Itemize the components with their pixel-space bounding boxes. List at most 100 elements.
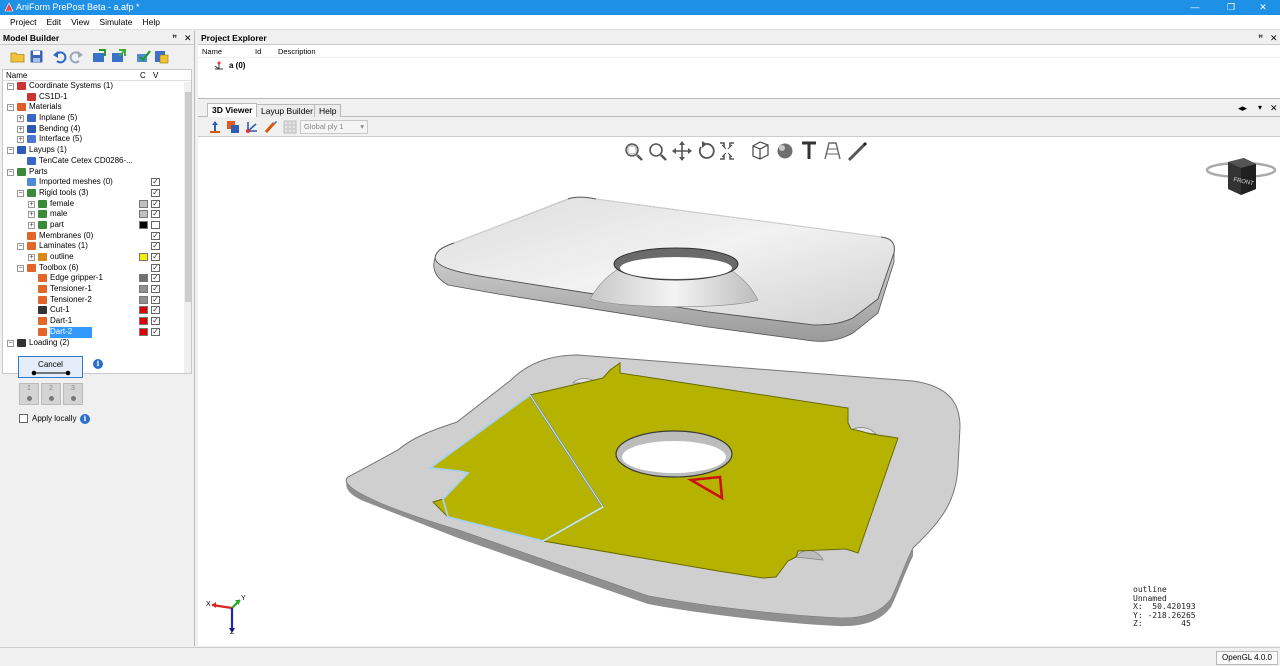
collapse-icon[interactable]: − — [7, 168, 14, 176]
tree-item[interactable]: TenCate Cetex CD0286-... — [3, 156, 191, 167]
collapse-icon[interactable]: − — [7, 83, 14, 90]
tree-item[interactable]: + female ✓ — [3, 199, 191, 210]
male-tool-mesh[interactable] — [433, 196, 895, 342]
tab-3d-viewer[interactable]: 3D Viewer — [207, 103, 258, 118]
visibility-checkbox[interactable]: ✓ — [151, 285, 160, 294]
expand-icon[interactable]: + — [17, 136, 24, 144]
orientation-cube[interactable]: FRONT — [1205, 158, 1277, 195]
expand-icon[interactable]: + — [28, 200, 35, 208]
info-icon[interactable]: i — [80, 414, 90, 424]
zoom-box-icon[interactable] — [625, 143, 643, 161]
color-swatch[interactable] — [139, 327, 148, 336]
export-icon[interactable] — [111, 49, 126, 64]
visibility-checkbox[interactable]: ✓ — [151, 242, 160, 251]
ply-select[interactable]: Global ply 1 ▾ — [300, 120, 368, 134]
collapse-icon[interactable]: − — [7, 104, 14, 112]
menu-view[interactable]: View — [66, 15, 94, 30]
color-swatch[interactable] — [139, 295, 148, 304]
scrollbar-thumb[interactable] — [185, 92, 191, 302]
visibility-checkbox[interactable]: ✓ — [151, 188, 160, 197]
pick-part-icon[interactable] — [208, 120, 222, 134]
color-swatch[interactable] — [139, 220, 148, 229]
visibility-checkbox[interactable]: ✓ — [151, 306, 160, 315]
measure-icon[interactable] — [847, 141, 868, 162]
zoom-icon[interactable] — [649, 143, 667, 161]
tree-item[interactable]: Cut-1 ✓ — [3, 305, 191, 316]
fit-view-icon[interactable] — [720, 142, 734, 160]
visibility-checkbox[interactable]: ✓ — [151, 263, 160, 272]
close-button[interactable]: ✕ — [1246, 0, 1280, 15]
layers-icon[interactable] — [226, 120, 240, 134]
view-cube-icon[interactable] — [752, 141, 769, 160]
menu-project[interactable]: Project — [5, 15, 41, 30]
tree-item[interactable]: + part — [3, 220, 191, 231]
collapse-icon[interactable]: − — [17, 189, 24, 197]
3d-scene[interactable]: FRONT X Y Z — [198, 137, 1280, 646]
visibility-checkbox[interactable]: ✓ — [151, 199, 160, 208]
visibility-checkbox[interactable]: ✓ — [151, 178, 160, 187]
menu-simulate[interactable]: Simulate — [94, 15, 137, 30]
color-swatch[interactable] — [139, 317, 148, 326]
ruler-view-icon[interactable] — [824, 142, 841, 160]
coordinate-system-icon[interactable] — [245, 120, 259, 134]
cancel-button[interactable]: Cancel — [18, 356, 83, 378]
expand-icon[interactable]: + — [28, 211, 35, 219]
save-icon[interactable] — [29, 49, 44, 64]
validate-icon[interactable] — [136, 49, 151, 64]
pin-icon[interactable]: ꟸ — [172, 31, 177, 45]
pin-icon[interactable]: ꟸ — [1258, 31, 1263, 45]
color-swatch[interactable] — [139, 285, 148, 294]
minimize-button[interactable]: — — [1178, 0, 1212, 15]
tree-item[interactable]: Dart-1 ✓ — [3, 316, 191, 327]
tree-scrollbar[interactable] — [184, 82, 191, 373]
color-swatch[interactable] — [139, 274, 148, 283]
tree-item[interactable]: Imported meshes (0) ✓ — [3, 177, 191, 188]
undo-icon[interactable] — [52, 49, 67, 64]
restore-button[interactable]: ❐ — [1214, 0, 1248, 15]
collapse-icon[interactable]: − — [17, 243, 24, 251]
visibility-checkbox[interactable]: ✓ — [151, 327, 160, 336]
collapse-icon[interactable]: − — [7, 147, 14, 155]
tree-item[interactable]: + Interface (5) — [3, 134, 191, 145]
pan-icon[interactable] — [672, 141, 692, 161]
visibility-checkbox[interactable]: ✓ — [151, 274, 160, 283]
tree-item[interactable]: CS1D-1 — [3, 92, 191, 103]
tree-item[interactable]: Dart-2 ✓ — [3, 326, 191, 338]
grid-icon[interactable] — [283, 120, 297, 134]
tree-item[interactable]: − Loading (2) — [3, 338, 191, 349]
open-folder-icon[interactable] — [10, 49, 25, 64]
tab-scroll-icon[interactable]: ◂▸ — [1238, 103, 1247, 114]
color-swatch[interactable] — [139, 199, 148, 208]
tab-layup-builder[interactable]: Layup Builder — [256, 104, 318, 117]
tree-item[interactable]: Tensioner-1 ✓ — [3, 284, 191, 295]
rotate-icon[interactable] — [698, 141, 715, 159]
visibility-checkbox[interactable]: ✓ — [151, 317, 160, 326]
color-swatch[interactable] — [139, 253, 148, 261]
menu-help[interactable]: Help — [137, 15, 164, 30]
visibility-checkbox[interactable] — [151, 220, 160, 229]
redo-icon[interactable] — [69, 49, 84, 64]
chevron-down-icon[interactable]: ▾ — [1258, 103, 1262, 112]
shading-icon[interactable] — [777, 143, 793, 159]
tree-item[interactable]: − Rigid tools (3) ✓ — [3, 188, 191, 199]
tree-item[interactable]: Tensioner-2 ✓ — [3, 295, 191, 306]
tree-item[interactable]: − Materials — [3, 102, 191, 113]
collapse-icon[interactable]: − — [7, 339, 14, 347]
visibility-checkbox[interactable]: ✓ — [151, 253, 160, 261]
tree-item[interactable]: − Laminates (1) ✓ — [3, 241, 191, 252]
color-swatch[interactable] — [139, 306, 148, 315]
tree-item[interactable]: Edge gripper-1 ✓ — [3, 273, 191, 284]
tree-item[interactable]: + Bending (4) — [3, 124, 191, 135]
expand-icon[interactable]: + — [17, 125, 24, 133]
expand-icon[interactable]: + — [17, 115, 24, 123]
visibility-checkbox[interactable]: ✓ — [151, 295, 160, 304]
expand-icon[interactable]: + — [28, 221, 35, 229]
tree-item[interactable]: + outline ✓ — [3, 252, 191, 263]
visibility-checkbox[interactable]: ✓ — [151, 231, 160, 240]
run-simulation-icon[interactable] — [154, 49, 169, 64]
collapse-icon[interactable]: − — [17, 264, 24, 272]
3d-viewport[interactable]: FRONT X Y Z outline Unnamed X: 50.420193… — [198, 137, 1280, 646]
close-panel-icon[interactable]: ✕ — [1270, 103, 1278, 114]
tree-item[interactable]: + male ✓ — [3, 209, 191, 220]
color-swatch[interactable] — [139, 210, 148, 219]
